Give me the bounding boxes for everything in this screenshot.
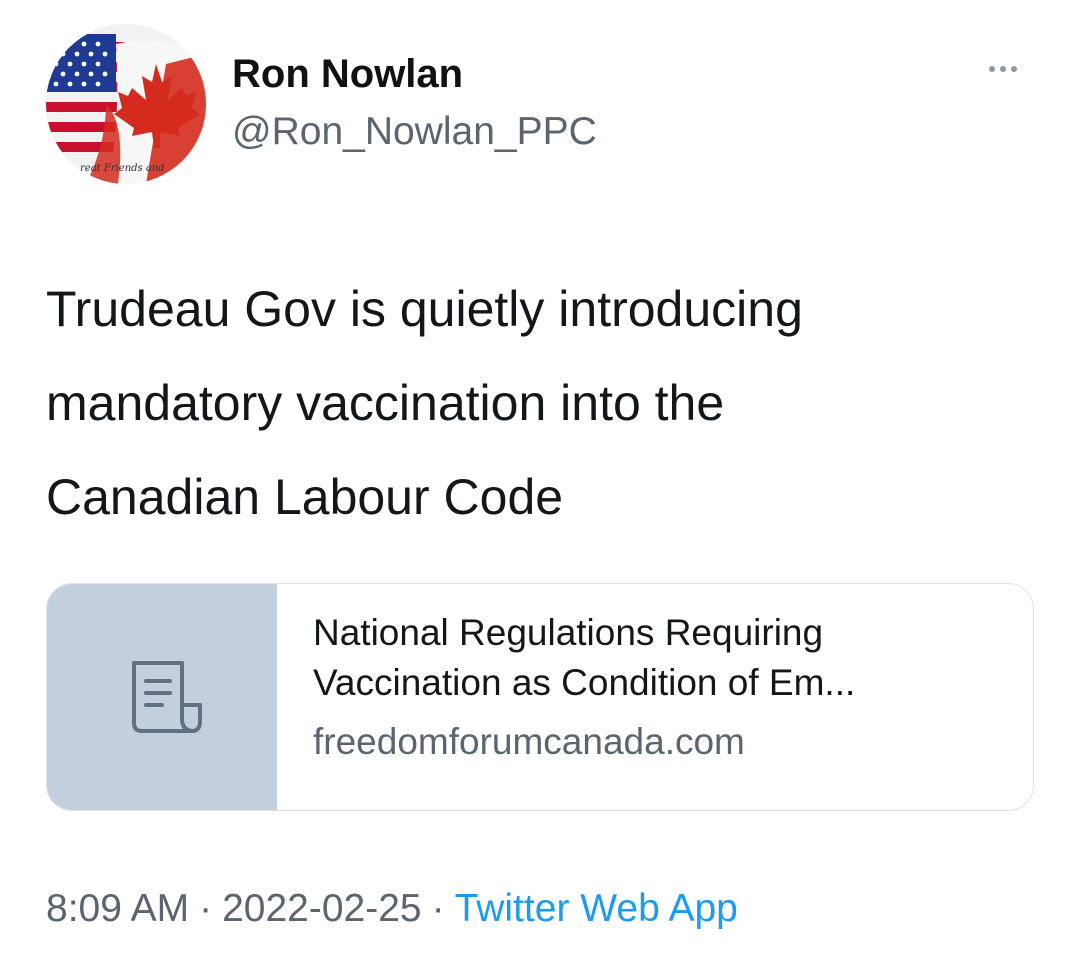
tweet-source-link[interactable]: Twitter Web App (455, 887, 738, 930)
tweet-time[interactable]: 8:09 AM (46, 887, 189, 930)
document-icon (132, 661, 202, 733)
tweet-text-line: Trudeau Gov is quietly introducing (46, 281, 803, 337)
more-dot (1000, 66, 1006, 72)
user-handle[interactable]: @Ron_Nowlan_PPC (232, 110, 597, 154)
meta-separator: · (199, 887, 213, 930)
card-thumbnail (47, 584, 277, 810)
display-name[interactable]: Ron Nowlan (232, 52, 463, 97)
card-text: National Regulations Requiring Vaccinati… (313, 608, 1013, 767)
tweet-text: Trudeau Gov is quietly introducing manda… (46, 262, 1036, 544)
more-options-icon[interactable] (985, 62, 1021, 76)
tweet: reat Friends and Ron Nowlan @Ron_Nowlan_… (0, 0, 1080, 961)
card-title-line: Vaccination as Condition of Em... (313, 662, 856, 703)
more-dot (1011, 66, 1017, 72)
tweet-date[interactable]: 2022-02-25 (222, 887, 422, 930)
avatar[interactable] (46, 24, 206, 184)
meta-separator: · (431, 887, 445, 930)
flag-avatar-image (46, 24, 206, 184)
avatar-caption: reat Friends and (80, 163, 165, 174)
tweet-text-line: mandatory vaccination into the (46, 375, 725, 431)
link-preview-card[interactable]: National Regulations Requiring Vaccinati… (46, 583, 1034, 811)
card-domain: freedomforumcanada.com (313, 721, 745, 762)
tweet-meta: 8:09 AM · 2022-02-25 · Twitter Web App (46, 887, 738, 931)
card-title-line: National Regulations Requiring (313, 612, 824, 653)
more-dot (989, 66, 995, 72)
tweet-text-line: Canadian Labour Code (46, 469, 564, 525)
